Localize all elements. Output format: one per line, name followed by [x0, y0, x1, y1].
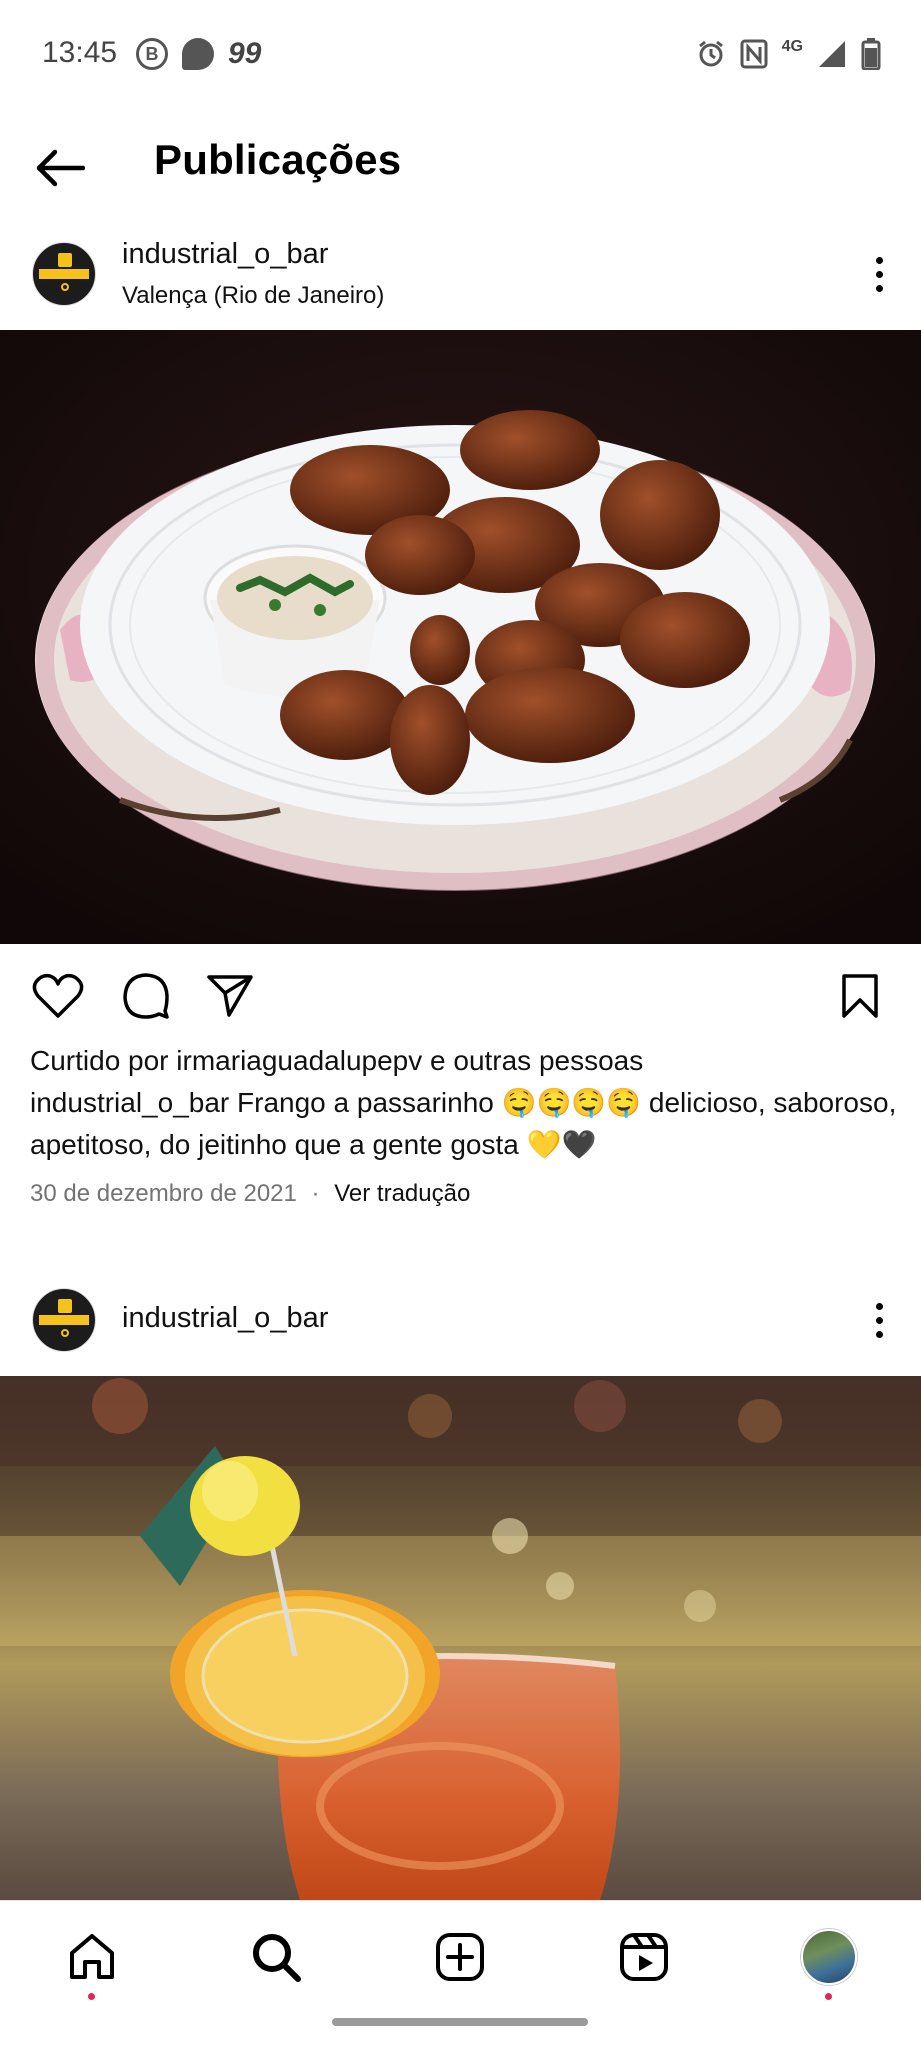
arrow-left-icon — [36, 149, 85, 187]
nfc-icon — [740, 39, 768, 69]
food-photo — [0, 330, 921, 944]
status-system-icons: 4G — [696, 36, 881, 72]
nav-profile[interactable] — [797, 1925, 861, 2000]
alarm-icon — [698, 40, 723, 67]
post-date: 30 de dezembro de 2021 — [30, 1180, 297, 1207]
post-username[interactable]: industrial_o_bar — [122, 238, 328, 271]
signal-icon — [819, 41, 845, 67]
like-button[interactable] — [28, 966, 88, 1026]
nav-reels[interactable] — [612, 1925, 676, 1989]
battery-icon — [861, 38, 881, 70]
drink-photo — [0, 1376, 921, 1900]
notification-count: 99 — [228, 37, 262, 70]
nav-search[interactable] — [244, 1925, 308, 1989]
post-location[interactable]: Valença (Rio de Janeiro) — [122, 282, 384, 310]
post-header: industrial_o_bar Valença (Rio de Janeiro… — [0, 228, 921, 328]
nav-home[interactable] — [60, 1925, 124, 2000]
reels-icon — [620, 1933, 668, 1981]
caption-username[interactable]: industrial_o_bar — [30, 1087, 229, 1118]
more-options-button[interactable] — [859, 244, 899, 304]
share-button[interactable] — [200, 966, 260, 1026]
status-notification-icons: B 99 — [136, 36, 261, 72]
comment-button[interactable] — [116, 966, 176, 1026]
profile-avatar — [801, 1929, 857, 1985]
bookmark-icon — [842, 974, 878, 1018]
nav-create[interactable] — [428, 1925, 492, 1989]
post-caption: Curtido por irmariaguadalupepv e outras … — [30, 1040, 900, 1166]
b-icon: B — [136, 38, 168, 70]
comment-icon — [123, 973, 169, 1019]
save-button[interactable] — [830, 966, 890, 1026]
post-image[interactable] — [0, 1376, 921, 1900]
page-title: Publicações — [154, 136, 402, 183]
home-notification-dot — [88, 1993, 95, 2000]
liked-by[interactable]: Curtido por irmariaguadalupepv e outras … — [30, 1040, 900, 1082]
post-image[interactable] — [0, 330, 921, 944]
post-meta: 30 de dezembro de 2021 · Ver tradução — [30, 1180, 470, 1208]
create-icon — [436, 1933, 484, 1981]
post-username[interactable]: industrial_o_bar — [122, 1302, 328, 1335]
chat-bubble-icon — [182, 38, 214, 70]
avatar[interactable] — [32, 242, 96, 306]
page-header: Publicações — [0, 108, 921, 218]
see-translation-link[interactable]: Ver tradução — [334, 1180, 470, 1207]
send-icon — [207, 975, 253, 1017]
caption-text: industrial_o_bar Frango a passarinho 🤤🤤🤤… — [30, 1087, 897, 1160]
back-button[interactable] — [30, 138, 90, 198]
avatar[interactable] — [32, 1288, 96, 1352]
search-icon — [253, 1934, 301, 1982]
network-type: 4G — [781, 38, 803, 55]
status-time: 13:45 — [42, 36, 118, 69]
home-indicator[interactable] — [332, 2018, 588, 2026]
post-actions — [0, 962, 921, 1028]
heart-icon — [32, 973, 84, 1018]
status-bar: 13:45 B 99 4G — [0, 0, 921, 108]
post-header: industrial_o_bar — [0, 1270, 921, 1370]
profile-notification-dot — [825, 1993, 832, 2000]
more-options-button[interactable] — [859, 1290, 899, 1350]
meta-separator: · — [311, 1180, 320, 1207]
home-icon — [70, 1934, 114, 1979]
